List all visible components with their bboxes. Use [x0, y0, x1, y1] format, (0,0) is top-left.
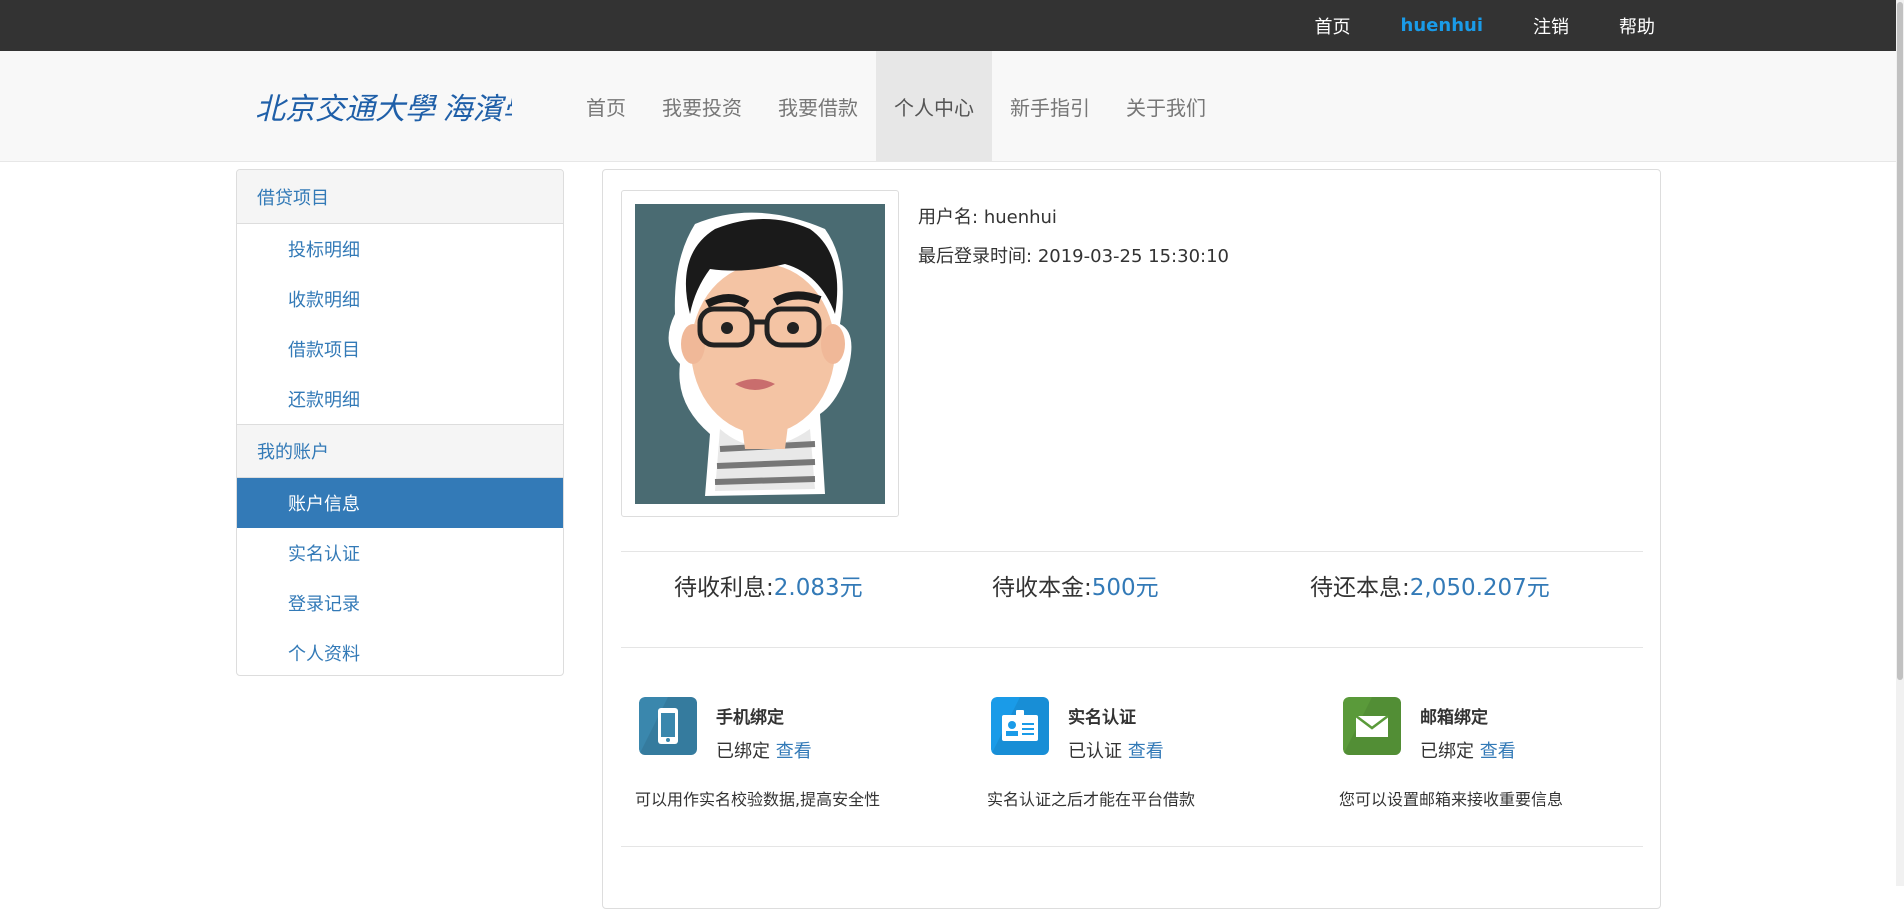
sidebar-item-real-name[interactable]: 实名认证	[237, 528, 563, 578]
id-card-icon	[991, 697, 1049, 755]
stat-value: 2.083元	[773, 575, 863, 601]
nav-item-home[interactable]: 首页	[568, 51, 644, 162]
top-link-help[interactable]: 帮助	[1619, 13, 1655, 39]
feature-desc: 可以用作实名校验数据,提高安全性	[635, 790, 881, 809]
top-link-username[interactable]: huenhui	[1401, 15, 1483, 36]
top-bar: 首页 huenhui 注销 帮助	[0, 0, 1904, 51]
stat-value: 2,050.207元	[1409, 575, 1550, 601]
top-link-logout[interactable]: 注销	[1533, 13, 1569, 39]
feature-status: 已认证 查看	[1068, 737, 1164, 763]
feature-status-text: 已认证	[1068, 741, 1122, 762]
scrollbar-thumb[interactable]	[1897, 2, 1903, 680]
top-link-home[interactable]: 首页	[1315, 13, 1351, 39]
last-login-value: 2019-03-25 15:30:10	[1037, 246, 1229, 267]
feature-status-text: 已绑定	[1420, 741, 1474, 762]
feature-status: 已绑定 查看	[716, 737, 812, 763]
nav-menu: 首页 我要投资 我要借款 个人中心 新手指引 关于我们	[568, 51, 1224, 162]
divider-middle	[621, 647, 1643, 648]
view-real-name-link[interactable]: 查看	[1128, 741, 1164, 762]
sidebar-heading-account[interactable]: 我的账户	[237, 424, 563, 478]
avatar[interactable]	[635, 204, 885, 504]
feature-desc: 您可以设置邮箱来接收重要信息	[1339, 790, 1564, 809]
feature-desc: 实名认证之后才能在平台借款	[987, 790, 1196, 809]
sidebar-item-loan-projects[interactable]: 借款项目	[237, 324, 563, 374]
view-email-link[interactable]: 查看	[1480, 741, 1516, 762]
nav-item-about[interactable]: 关于我们	[1108, 51, 1224, 162]
stat-pending-interest: 待收利息:2.083元	[674, 568, 863, 602]
account-panel: 用户名: huenhui 最后登录时间: 2019-03-25 15:30:10…	[602, 169, 1661, 909]
stat-label: 待收本金:	[992, 575, 1092, 601]
last-login-row: 最后登录时间: 2019-03-25 15:30:10	[918, 237, 1229, 276]
divider-bottom	[621, 846, 1643, 847]
nav-item-invest[interactable]: 我要投资	[644, 51, 760, 162]
sidebar: 借贷项目 投标明细 收款明细 借款项目 还款明细 我的账户 账户信息 实名认证 …	[236, 169, 564, 676]
stat-value: 500元	[1091, 575, 1159, 601]
school-logo-text: 北京交通大學 海濱學院	[255, 93, 512, 126]
avatar-frame	[621, 190, 899, 517]
sidebar-item-profile[interactable]: 个人资料	[237, 628, 563, 675]
username-value: huenhui	[983, 207, 1057, 228]
user-info: 用户名: huenhui 最后登录时间: 2019-03-25 15:30:10	[918, 198, 1229, 276]
stat-pending-repayment: 待还本息:2,050.207元	[1310, 568, 1550, 602]
stat-label: 待收利息:	[674, 575, 774, 601]
main-navbar: 北京交通大學 海濱學院 首页 我要投资 我要借款 个人中心 新手指引 关于我们	[0, 51, 1904, 162]
nav-item-guide[interactable]: 新手指引	[992, 51, 1108, 162]
page-scrollbar[interactable]	[1896, 0, 1904, 886]
nav-item-borrow[interactable]: 我要借款	[760, 51, 876, 162]
feature-status: 已绑定 查看	[1420, 737, 1516, 763]
stats-row: 待收利息:2.083元 待收本金:500元 待还本息:2,050.207元	[621, 568, 1643, 606]
sidebar-item-receipt-details[interactable]: 收款明细	[237, 274, 563, 324]
sidebar-item-repayment-details[interactable]: 还款明细	[237, 374, 563, 424]
view-phone-link[interactable]: 查看	[776, 741, 812, 762]
sidebar-heading-loans[interactable]: 借贷项目	[237, 170, 563, 224]
feature-title: 邮箱绑定	[1420, 708, 1488, 728]
mail-icon	[1343, 697, 1401, 755]
feature-status-text: 已绑定	[716, 741, 770, 762]
feature-title: 实名认证	[1068, 708, 1136, 728]
sidebar-item-login-records[interactable]: 登录记录	[237, 578, 563, 628]
username-label: 用户名:	[918, 207, 979, 228]
divider-top	[621, 551, 1643, 552]
sidebar-item-bid-details[interactable]: 投标明细	[237, 224, 563, 274]
last-login-label: 最后登录时间:	[918, 246, 1033, 267]
nav-item-personal-center[interactable]: 个人中心	[876, 51, 992, 162]
stat-pending-principal: 待收本金:500元	[992, 568, 1159, 602]
feature-title: 手机绑定	[716, 708, 784, 728]
school-logo[interactable]: 北京交通大學 海濱學院	[255, 81, 512, 133]
top-links: 首页 huenhui 注销 帮助	[1265, 0, 1655, 51]
username-row: 用户名: huenhui	[918, 198, 1229, 237]
sidebar-item-account-info[interactable]: 账户信息	[237, 478, 563, 528]
stat-label: 待还本息:	[1310, 575, 1410, 601]
phone-icon	[639, 697, 697, 755]
